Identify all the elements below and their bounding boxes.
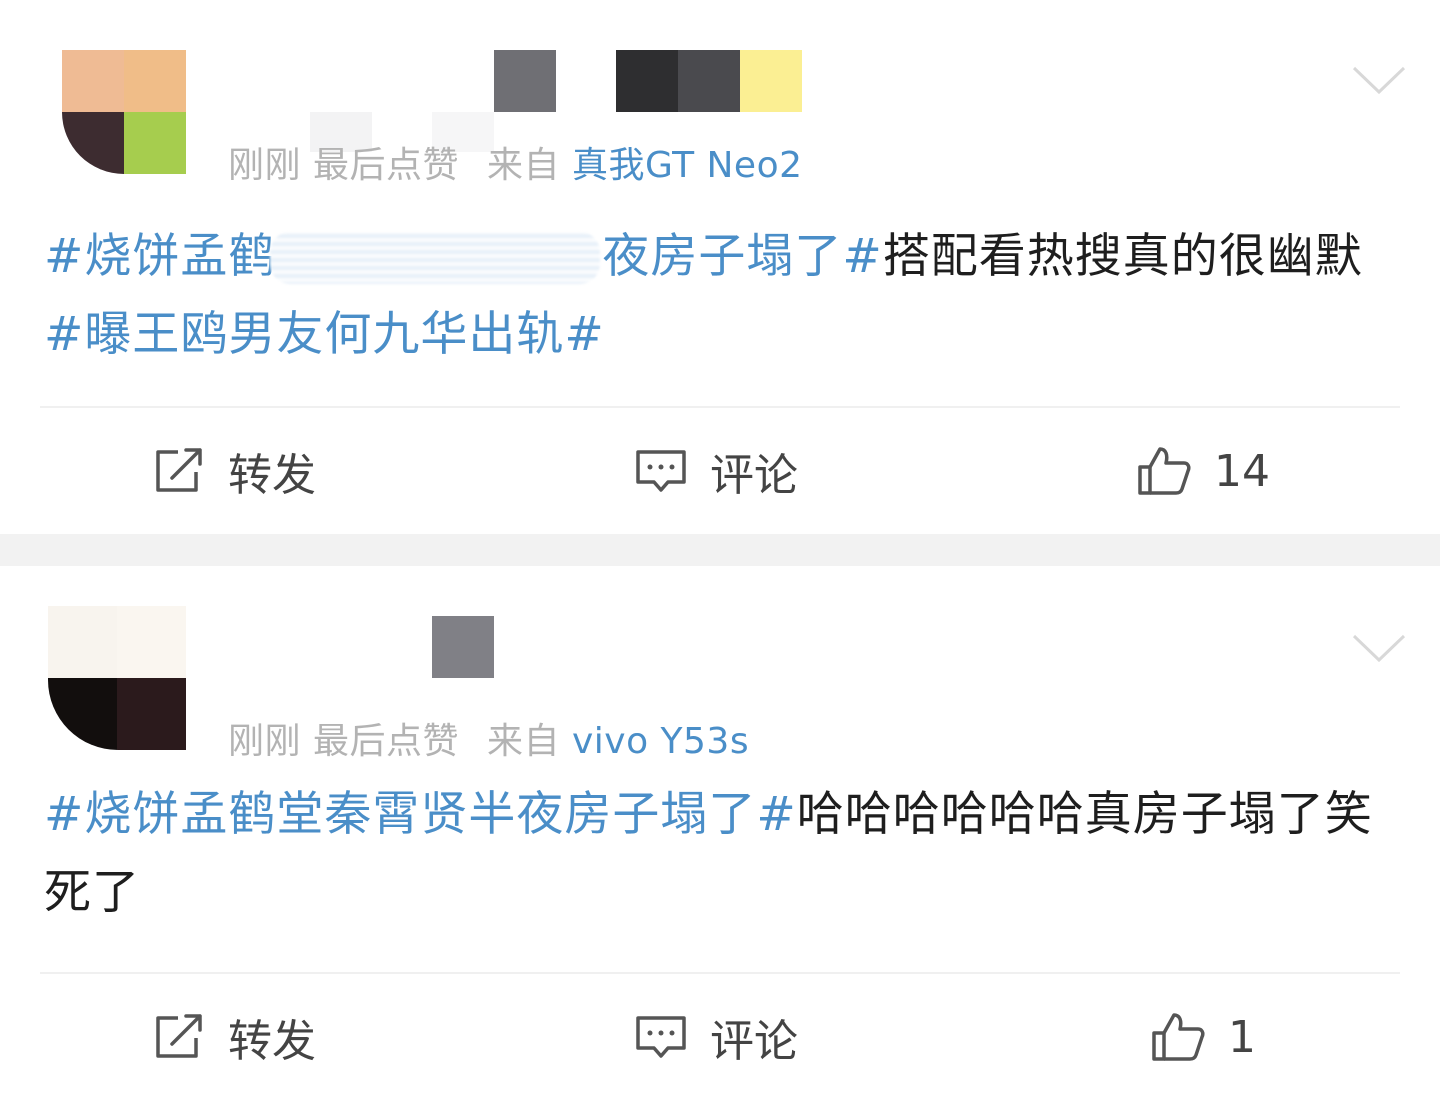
source-prefix: 来自 [486, 721, 560, 762]
like-button[interactable]: 14 [1136, 412, 1270, 530]
device-link[interactable]: vivo Y53s [572, 721, 749, 762]
device-link[interactable]: 真我GT Neo2 [572, 145, 803, 186]
feed-separator [0, 534, 1440, 566]
post-meta: 刚刚 最后点赞 来自 vivo Y53s [228, 712, 749, 764]
action-bar: 转发 评论 14 [0, 412, 1440, 532]
thumbs-up-icon [1152, 1013, 1205, 1061]
like-button[interactable]: 1 [1150, 978, 1256, 1096]
repost-button[interactable]: 转发 [152, 978, 316, 1096]
topic-link[interactable]: #烧饼孟鹤堂秦霄贤半夜房子塌了# [44, 787, 797, 842]
chevron-down-icon[interactable] [1352, 64, 1406, 98]
source-prefix: 来自 [486, 145, 560, 186]
divider [40, 406, 1400, 408]
username-redacted[interactable] [0, 50, 820, 152]
repost-label: 转发 [228, 1016, 316, 1067]
post-status: 最后点赞 [312, 145, 459, 186]
comment-button[interactable]: 评论 [634, 412, 798, 530]
blurred-redaction [270, 232, 600, 284]
post-time: 刚刚 [228, 145, 302, 186]
post-card: 刚刚 最后点赞 来自 真我GT Neo2 #烧饼孟鹤 夜房子塌了#搭配看热搜真的很幽… [0, 0, 1440, 534]
post-card: 刚刚 最后点赞 来自 vivo Y53s #烧饼孟鹤堂秦霄贤半夜房子塌了#哈哈哈哈… [0, 566, 1440, 1100]
post-content: #烧饼孟鹤堂秦霄贤半夜房子塌了#哈哈哈哈哈哈真房子塌了笑死了 [44, 776, 1404, 932]
username-redacted[interactable] [0, 616, 500, 678]
repost-label: 转发 [228, 450, 316, 501]
repost-icon [156, 448, 202, 492]
action-bar: 转发 评论 1 [0, 978, 1440, 1098]
chevron-down-icon[interactable] [1352, 632, 1406, 666]
topic-link[interactable]: #烧饼孟鹤 [44, 229, 276, 284]
comment-icon [636, 1016, 686, 1058]
like-count: 14 [1214, 445, 1270, 497]
post-meta: 刚刚 最后点赞 来自 真我GT Neo2 [228, 136, 803, 188]
post-content: #烧饼孟鹤 夜房子塌了#搭配看热搜真的很幽默 #曝王鸥男友何九华出轨# [44, 218, 1404, 374]
comment-label: 评论 [710, 450, 798, 501]
comment-button[interactable]: 评论 [634, 978, 798, 1096]
topic-link-tail[interactable]: 夜房子塌了# [602, 229, 882, 284]
repost-button[interactable]: 转发 [152, 412, 316, 530]
divider [40, 972, 1400, 974]
thumbs-up-icon [1138, 447, 1191, 495]
post-status: 最后点赞 [312, 721, 459, 762]
post-time: 刚刚 [228, 721, 302, 762]
weibo-feed: 刚刚 最后点赞 来自 真我GT Neo2 #烧饼孟鹤 夜房子塌了#搭配看热搜真的很幽… [0, 0, 1440, 1100]
comment-icon [636, 450, 686, 492]
like-count: 1 [1228, 1011, 1256, 1063]
topic-link[interactable]: #曝王鸥男友何九华出轨# [44, 307, 605, 362]
comment-label: 评论 [710, 1016, 798, 1067]
repost-icon [156, 1014, 202, 1058]
post-text: 搭配看热搜真的很幽默 [882, 229, 1363, 284]
